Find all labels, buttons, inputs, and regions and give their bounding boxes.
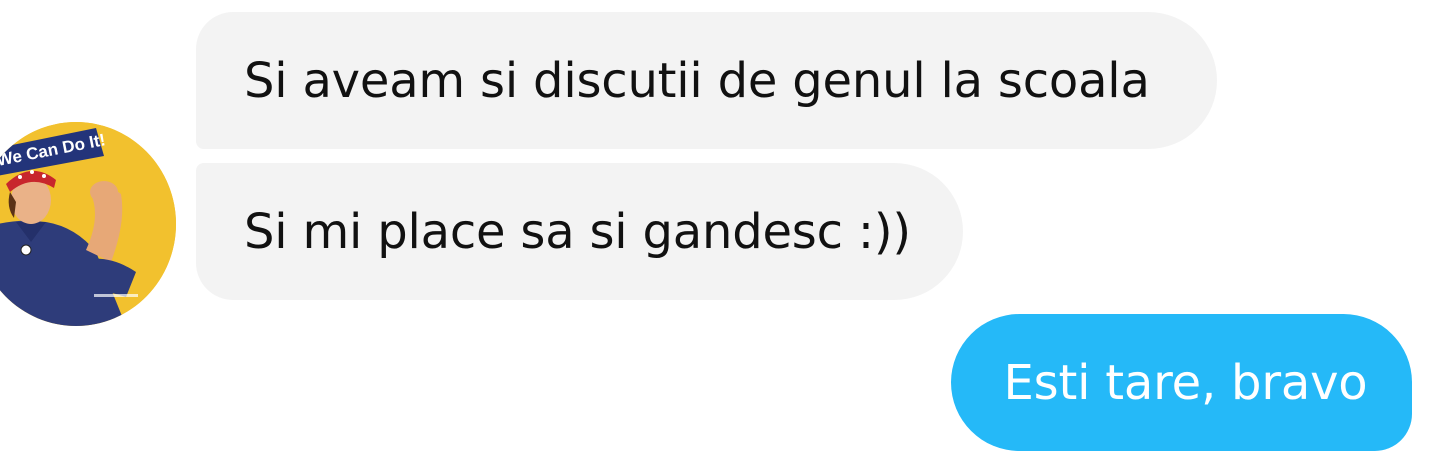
message-text: Esti tare, bravo [1003,354,1368,411]
message-bubble-incoming[interactable]: Si aveam si discutii de genul la scoala [196,12,1217,149]
message-text: Si aveam si discutii de genul la scoala [244,52,1150,109]
we-can-do-it-poster-icon: We Can Do It! [0,122,176,326]
chat-thread: We Can Do It! Si aveam si discutii de ge… [0,0,1440,462]
message-text: Si mi place sa si gandesc :)) [244,203,911,260]
contact-avatar[interactable]: We Can Do It! [0,122,176,326]
message-bubble-outgoing[interactable]: Esti tare, bravo [951,314,1412,451]
message-bubble-incoming[interactable]: Si mi place sa si gandesc :)) [196,163,963,300]
